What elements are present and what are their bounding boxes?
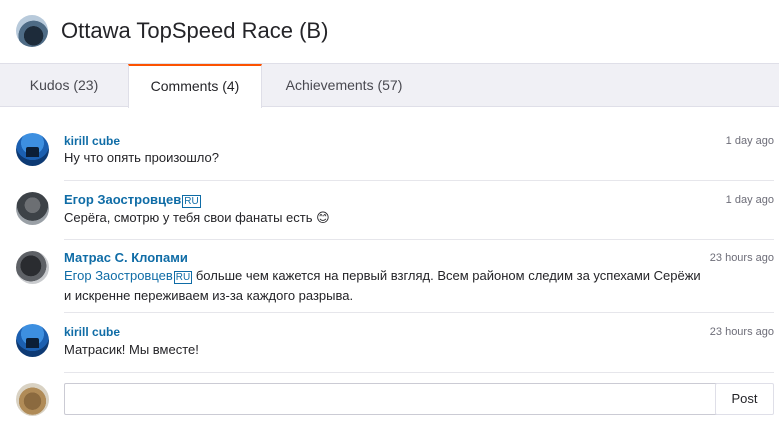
comment-time: 1 day ago <box>725 194 774 206</box>
comment-author[interactable]: Матрас С. Клопами <box>64 251 188 265</box>
tab-achievements[interactable]: Achievements (57) <box>262 64 426 107</box>
comment-compose: Post <box>16 382 774 416</box>
activity-avatar <box>16 15 48 47</box>
comment-time: 1 day ago <box>725 135 774 147</box>
header: Ottawa TopSpeed Race (B) <box>0 0 779 64</box>
tab-bar: Kudos (23) Comments (4) Achievements (57… <box>0 64 779 108</box>
comment-text: Серёга, смотрю у тебя свои фанаты есть 😊 <box>64 210 330 225</box>
post-button[interactable]: Post <box>715 383 774 415</box>
comment-time: 23 hours ago <box>709 252 774 264</box>
tab-comments[interactable]: Comments (4) <box>128 64 262 108</box>
divider <box>64 180 774 181</box>
country-flag-icon: RU <box>173 271 193 284</box>
comment-author-name[interactable]: Егор Заостровцев <box>64 192 181 207</box>
comment-time: 23 hours ago <box>709 326 774 338</box>
comment-author[interactable]: kirill cube <box>64 325 120 339</box>
divider <box>64 372 774 373</box>
avatar[interactable] <box>16 324 49 357</box>
comment-text: Ну что опять произошло? <box>64 150 219 165</box>
avatar[interactable] <box>16 251 49 284</box>
page-title: Ottawa TopSpeed Race (B) <box>61 18 329 43</box>
avatar[interactable] <box>16 133 49 166</box>
avatar[interactable] <box>16 192 49 225</box>
comment-text: Матрасик! Мы вместе! <box>64 342 199 357</box>
comment-author[interactable]: kirill cube <box>64 134 120 148</box>
comment-text: Егор Заостровцев RU больше чем кажется на… <box>64 268 701 303</box>
divider <box>64 239 774 240</box>
country-flag-icon: RU <box>182 195 201 208</box>
comment-author[interactable]: Егор Заостровцев RU <box>64 193 201 209</box>
mention-link[interactable]: Егор Заостровцев RU <box>64 268 193 284</box>
current-user-avatar <box>16 383 49 416</box>
tab-kudos[interactable]: Kudos (23) <box>0 64 128 107</box>
comment-input[interactable] <box>64 383 723 415</box>
divider <box>64 312 774 313</box>
